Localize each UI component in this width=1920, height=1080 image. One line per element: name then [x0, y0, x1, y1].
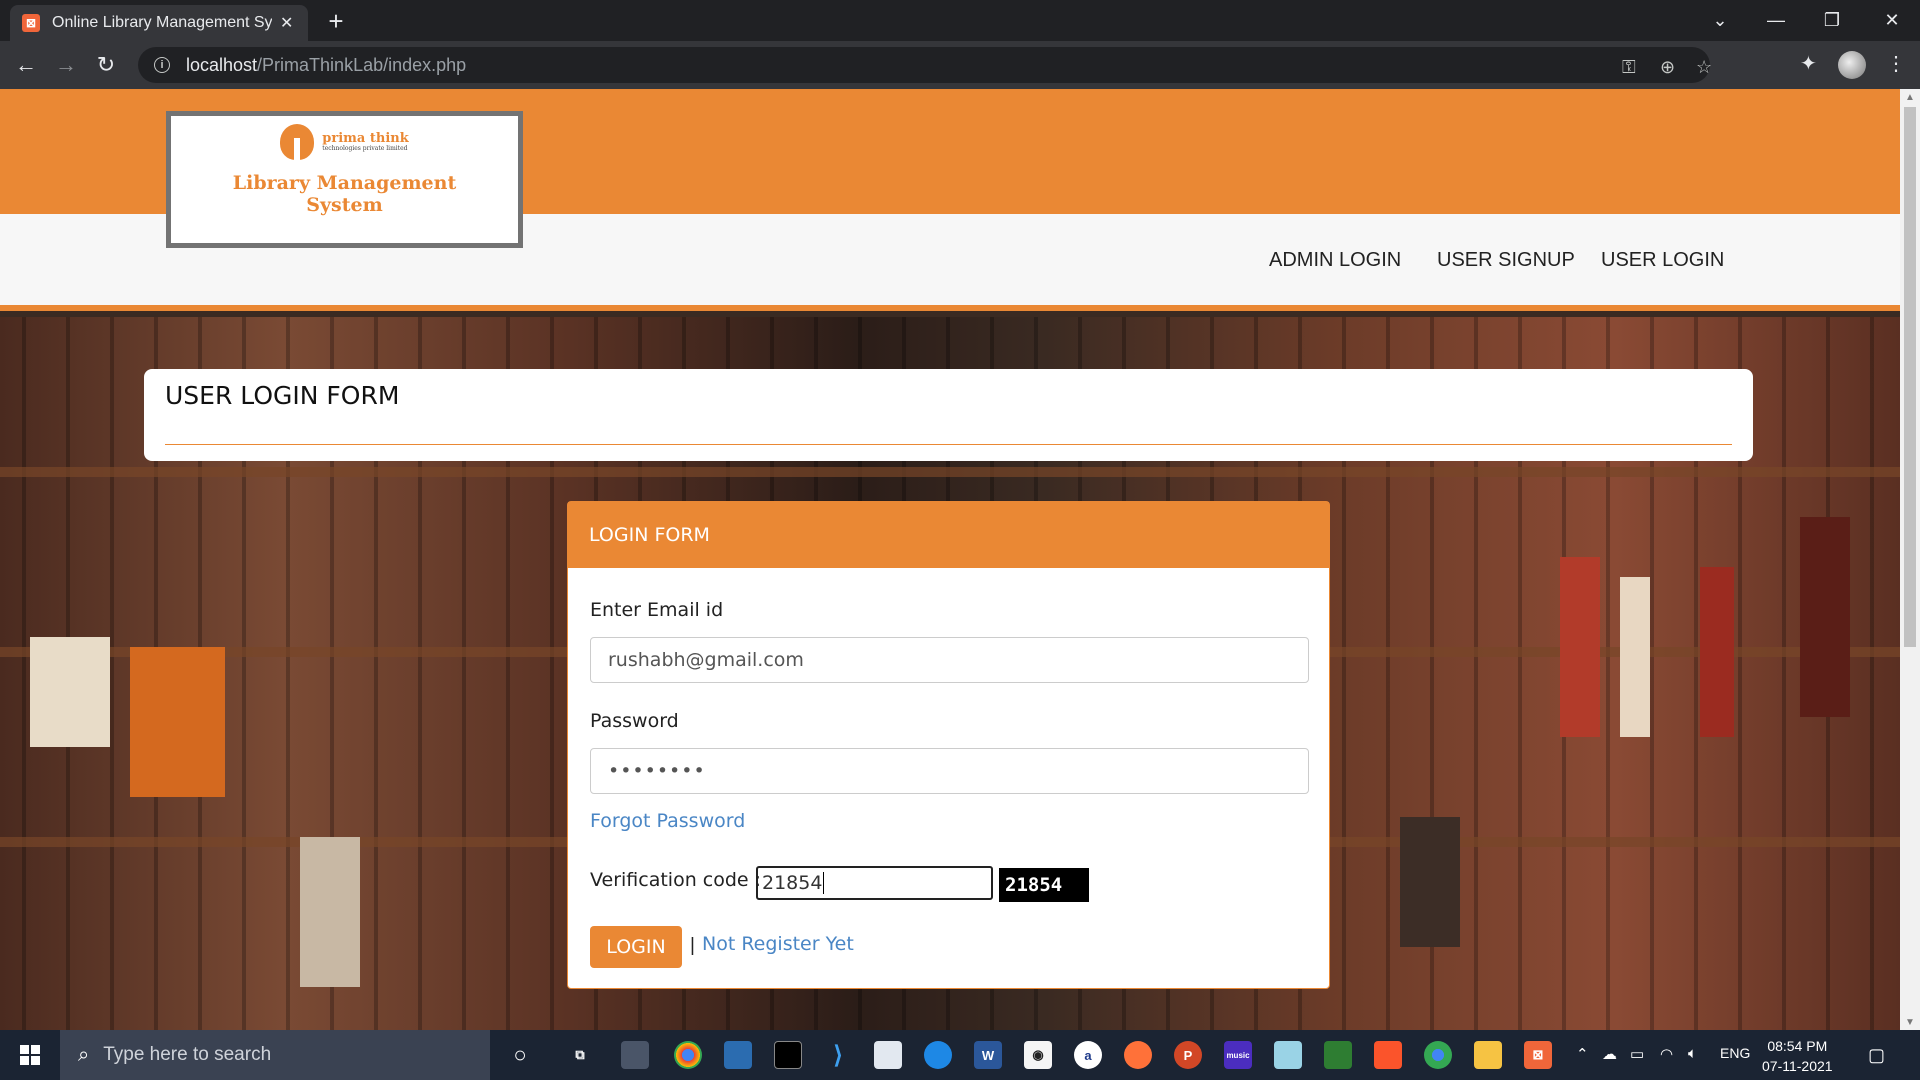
not-register-yet-link[interactable]: Not Register Yet	[702, 933, 854, 955]
terminal-icon[interactable]	[774, 1041, 802, 1069]
amazon-music-icon[interactable]: music	[1224, 1041, 1252, 1069]
password-label: Password	[590, 710, 679, 732]
address-bar[interactable]: i localhost/PrimaThinkLab/index.php ⚿ ⊕ …	[138, 47, 1712, 83]
login-form-panel: LOGIN FORM Enter Email id rushabh@gmail.…	[567, 501, 1330, 989]
link-separator: |	[690, 935, 695, 956]
camera-icon[interactable]: ◉	[1024, 1041, 1052, 1069]
xampp-icon: ⊠	[22, 14, 40, 32]
scroll-up-icon[interactable]: ▲	[1900, 89, 1920, 105]
word-icon[interactable]: W	[974, 1041, 1002, 1069]
battery-icon[interactable]: ▭	[1630, 1045, 1644, 1063]
page-viewport: prima think technologies private limited…	[0, 89, 1900, 1030]
cloud-sync-icon[interactable]: ☁	[1602, 1045, 1617, 1063]
windows-logo-icon	[20, 1045, 40, 1065]
browser-toolbar: ← → ↻ i localhost/PrimaThinkLab/index.ph…	[0, 41, 1920, 89]
verification-code-input[interactable]: 21854	[756, 866, 993, 900]
remote-desktop-icon[interactable]	[724, 1041, 752, 1069]
firefox-icon[interactable]	[1124, 1041, 1152, 1069]
new-tab-button[interactable]: +	[318, 6, 354, 36]
restore-button[interactable]: ❐	[1804, 0, 1860, 41]
logo-title-line1: Library Management	[232, 172, 457, 194]
forgot-password-link[interactable]: Forgot Password	[590, 810, 745, 832]
windows-taskbar: ⌕ Type here to search ○ ⧉ ⟩ W ◉ a P musi…	[0, 1030, 1920, 1080]
language-indicator[interactable]: ENG	[1720, 1045, 1750, 1061]
browser-tab[interactable]: ⊠ Online Library Management System ✕	[10, 5, 308, 41]
back-button[interactable]: ←	[10, 49, 42, 81]
search-placeholder: Type here to search	[103, 1044, 272, 1065]
site-logo[interactable]: prima think technologies private limited…	[166, 111, 523, 248]
site-info-icon[interactable]: i	[154, 57, 170, 73]
clock-date: 07-11-2021	[1762, 1058, 1833, 1074]
scroll-down-icon[interactable]: ▼	[1900, 1014, 1920, 1030]
notification-center-icon[interactable]: ▢	[1868, 1045, 1885, 1066]
vscode-icon[interactable]: ⟩	[824, 1041, 852, 1069]
extensions-icon[interactable]: ✦	[1800, 51, 1817, 76]
tab-search-icon[interactable]: ⌄	[1692, 0, 1748, 41]
captcha-code: 21854	[999, 868, 1089, 902]
xampp-taskbar-icon[interactable]: ⊠	[1524, 1041, 1552, 1069]
verification-label: Verification code :	[590, 869, 762, 891]
page-scrollbar[interactable]: ▲ ▼	[1900, 89, 1920, 1030]
edge-icon[interactable]	[924, 1041, 952, 1069]
page-title-card: USER LOGIN FORM	[144, 369, 1753, 461]
reload-button[interactable]: ↻	[90, 49, 122, 81]
bookmark-star-icon[interactable]: ☆	[1696, 57, 1712, 78]
system-clock[interactable]: 08:54 PM 07-11-2021	[1762, 1036, 1833, 1076]
logo-brand-name: prima think	[322, 131, 409, 146]
email-field[interactable]: rushabh@gmail.com	[590, 637, 1309, 683]
brave-icon[interactable]	[1374, 1041, 1402, 1069]
scrollbar-thumb[interactable]	[1904, 107, 1916, 647]
sql-app-icon[interactable]	[621, 1041, 649, 1069]
chrome-icon[interactable]	[674, 1041, 702, 1069]
task-view-icon[interactable]: ⧉	[566, 1041, 594, 1069]
whiteboard-icon[interactable]: a	[1074, 1041, 1102, 1069]
login-button[interactable]: LOGIN	[590, 926, 682, 968]
login-form-heading: LOGIN FORM	[568, 502, 1329, 568]
wifi-icon[interactable]: ◠	[1660, 1045, 1673, 1063]
nav-user-login[interactable]: USER LOGIN	[1601, 249, 1724, 272]
zoom-icon[interactable]: ⊕	[1660, 57, 1675, 78]
nav-admin-login[interactable]: ADMIN LOGIN	[1269, 249, 1401, 272]
clock-time: 08:54 PM	[1767, 1038, 1828, 1054]
url-text: localhost/PrimaThinkLab/index.php	[186, 54, 467, 75]
key-icon[interactable]: ⚿	[1622, 57, 1636, 78]
tab-title: Online Library Management System	[52, 14, 272, 31]
file-explorer-icon[interactable]	[1474, 1041, 1502, 1069]
email-label: Enter Email id	[590, 599, 724, 621]
title-divider	[165, 444, 1732, 445]
powerpoint-icon[interactable]: P	[1174, 1041, 1202, 1069]
lightbulb-icon	[280, 124, 315, 160]
minimize-button[interactable]: —	[1748, 0, 1804, 41]
page-title: USER LOGIN FORM	[165, 381, 400, 410]
password-field[interactable]: ••••••••	[590, 748, 1309, 794]
menu-kebab-icon[interactable]: ⋮	[1886, 51, 1906, 76]
taskbar-search-box[interactable]: ⌕ Type here to search	[60, 1030, 490, 1080]
chrome-profile-icon[interactable]	[1424, 1041, 1452, 1069]
browser-tab-strip: ⊠ Online Library Management System ✕ + ⌄…	[0, 0, 1920, 41]
search-icon: ⌕	[78, 1043, 90, 1066]
notepad-icon[interactable]	[874, 1041, 902, 1069]
notes-icon[interactable]	[1274, 1041, 1302, 1069]
start-button[interactable]	[0, 1030, 60, 1080]
logo-brand-sub: technologies private limited	[322, 145, 408, 152]
close-window-button[interactable]: ✕	[1864, 0, 1920, 41]
logo-title-line2: System	[306, 194, 383, 216]
excel-chart-icon[interactable]	[1324, 1041, 1352, 1069]
forward-button[interactable]: →	[50, 49, 82, 81]
nav-user-signup[interactable]: USER SIGNUP	[1437, 249, 1575, 272]
profile-avatar[interactable]	[1838, 51, 1866, 79]
close-tab-icon[interactable]: ✕	[280, 13, 293, 33]
show-hidden-icons[interactable]: ⌃	[1576, 1045, 1589, 1063]
cortana-icon[interactable]: ○	[506, 1041, 534, 1069]
volume-icon[interactable]: 🔈︎	[1688, 1045, 1697, 1062]
